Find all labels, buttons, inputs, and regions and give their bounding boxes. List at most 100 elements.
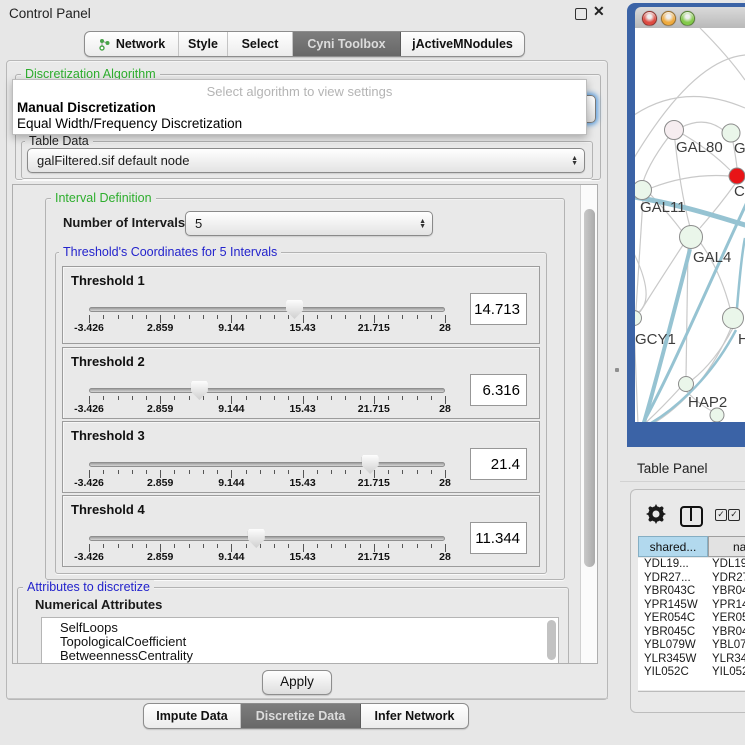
cell-name: YBR043C [712, 585, 745, 599]
cell-shared-name: YER054C [644, 612, 695, 626]
attribute-item[interactable]: TopologicalCoefficient [42, 635, 558, 649]
network-canvas[interactable]: GAL80GCGAL11GAL4GCY1HHAP2 [635, 28, 745, 422]
threshold-value-field[interactable]: 14.713 [470, 293, 527, 325]
popup-hint: Select algorithm to view settings [13, 84, 586, 99]
combo-spinner-icon: ▲▼ [419, 212, 426, 235]
slider-tick-label: 28 [417, 403, 473, 415]
checkbox-icon[interactable]: ✓ [728, 509, 740, 521]
cell-shared-name: YDR27... [644, 572, 691, 586]
float-window-icon[interactable] [575, 8, 587, 20]
cell-name: YDL19 [712, 558, 745, 572]
num-intervals-combobox[interactable]: 5 ▲▼ [185, 211, 433, 236]
network-graph: GAL80GCGAL11GAL4GCY1HHAP2 [635, 28, 745, 422]
table-row[interactable]: YDL19...YDL19 [638, 558, 745, 572]
threshold-slider-track[interactable] [89, 462, 445, 467]
num-intervals-label: Number of Intervals [63, 215, 185, 230]
interval-definition-title: Interval Definition [51, 191, 156, 205]
mac-minimize-icon[interactable] [661, 11, 676, 26]
threshold-slider-thumb[interactable] [362, 455, 379, 474]
checkbox-icon[interactable]: ✓ [715, 509, 727, 521]
tab-jactivemnodules[interactable]: jActiveMNodules [401, 32, 524, 56]
tab-cyni-toolbox[interactable]: Cyni Toolbox [293, 32, 401, 56]
node-label: GAL11 [640, 199, 686, 216]
slider-tick-label: 28 [417, 322, 473, 334]
node-label: C [734, 183, 745, 200]
node-label: GAL80 [676, 139, 723, 156]
table-hscrollbar[interactable] [638, 691, 745, 692]
table-row[interactable]: YBL079WYBL079W [638, 639, 745, 653]
attribute-item[interactable]: SelfLoops [42, 621, 558, 635]
close-icon[interactable]: ✕ [593, 3, 605, 20]
table-data-selected: galFiltered.sif default node [37, 153, 189, 168]
node-label: GCY1 [635, 331, 676, 348]
threshold-panel: Threshold 1-3.4262.8599.14415.4321.71528… [62, 266, 540, 344]
node-label: H [738, 331, 745, 348]
threshold-value-field[interactable]: 6.316 [470, 374, 527, 406]
threshold-value-field[interactable]: 21.4 [470, 448, 527, 480]
network-node [680, 226, 703, 249]
popup-item[interactable]: Equal Width/Frequency Discretization [17, 116, 242, 131]
table-panel-title: Table Panel [637, 461, 708, 476]
bottom-tab-discretize-data[interactable]: Discretize Data [241, 704, 361, 728]
tab-select[interactable]: Select [228, 32, 293, 56]
threshold-slider-thumb[interactable] [191, 381, 208, 400]
slider-tick-label: -3.426 [61, 551, 117, 563]
network-icon [98, 38, 111, 51]
column-header-name[interactable]: name [708, 536, 745, 557]
table-row[interactable]: YLR345WYLR345W [638, 653, 745, 667]
threshold-slider-track[interactable] [89, 536, 445, 541]
slider-tick-label: 2.859 [132, 403, 188, 415]
cell-name: YDR27 [712, 572, 745, 586]
threshold-value-field[interactable]: 11.344 [470, 522, 527, 554]
mac-close-icon[interactable] [642, 11, 657, 26]
bottom-tab-label: Discretize Data [256, 709, 346, 723]
slider-tick-label: 9.144 [203, 551, 259, 563]
table-row[interactable]: YDR27... YDR27 [638, 572, 745, 586]
table-data-title: Table Data [25, 134, 93, 148]
threshold-label: Threshold 2 [71, 354, 145, 369]
column-header-shared-name[interactable]: shared... [638, 536, 708, 557]
network-node [665, 121, 684, 140]
table-row[interactable]: YPR145WYPR145W [638, 599, 745, 613]
slider-tick-label: 21.715 [346, 403, 402, 415]
cell-shared-name: YPR145W [644, 599, 698, 613]
cell-name: YBR045C [712, 626, 745, 640]
table-data-combobox[interactable]: galFiltered.sif default node ▲▼ [27, 148, 585, 173]
mac-zoom-icon[interactable] [680, 11, 695, 26]
settings-scrollbar-track[interactable] [580, 185, 597, 663]
thresholds-group-title: Threshold's Coordinates for 5 Intervals [59, 245, 281, 259]
num-intervals-value: 5 [195, 216, 202, 231]
threshold-panel: Threshold 3-3.4262.8599.14415.4321.71528… [62, 421, 540, 493]
numerical-attributes-list[interactable]: SelfLoopsTopologicalCoefficientBetweenne… [41, 617, 559, 664]
threshold-slider-thumb[interactable] [248, 529, 265, 548]
bottom-tab-impute-data[interactable]: Impute Data [144, 704, 241, 728]
tab-network[interactable]: Network [85, 32, 179, 56]
numerical-attributes-label: Numerical Attributes [35, 597, 162, 612]
table-row[interactable]: YBR043CYBR043C [638, 585, 745, 599]
slider-tick-label: -3.426 [61, 477, 117, 489]
splitter-grip-icon[interactable] [615, 368, 619, 372]
attributes-group-title: Attributes to discretize [23, 580, 154, 594]
split-columns-icon[interactable] [680, 506, 703, 527]
popup-item[interactable]: Manual Discretization [17, 100, 156, 115]
settings-scrollbar-thumb[interactable] [584, 209, 595, 567]
cyni-mode-tab-bar: Impute Data Discretize Data Infer Network [143, 703, 469, 729]
bottom-tab-infer-network[interactable]: Infer Network [361, 704, 468, 728]
threshold-slider-track[interactable] [89, 388, 445, 393]
slider-tick-label: 28 [417, 551, 473, 563]
slider-tick-label: 21.715 [346, 322, 402, 334]
bottom-tab-label: Impute Data [156, 709, 228, 723]
table-row[interactable]: YER054CYER054C [638, 612, 745, 626]
list-scrollbar[interactable] [547, 620, 556, 660]
tab-style[interactable]: Style [179, 32, 228, 56]
gear-icon[interactable] [646, 504, 666, 524]
attribute-item[interactable]: BetweennessCentrality [42, 649, 558, 663]
threshold-slider-track[interactable] [89, 307, 445, 312]
slider-tick-label: 21.715 [346, 551, 402, 563]
apply-button[interactable]: Apply [262, 670, 332, 695]
control-panel-title: Control Panel [9, 6, 91, 21]
cell-name: YIL052C [712, 666, 745, 680]
network-window-titlebar[interactable] [635, 7, 745, 29]
table-row[interactable]: YBR045CYBR045C [638, 626, 745, 640]
table-row[interactable]: YIL052CYIL052C [638, 666, 745, 680]
